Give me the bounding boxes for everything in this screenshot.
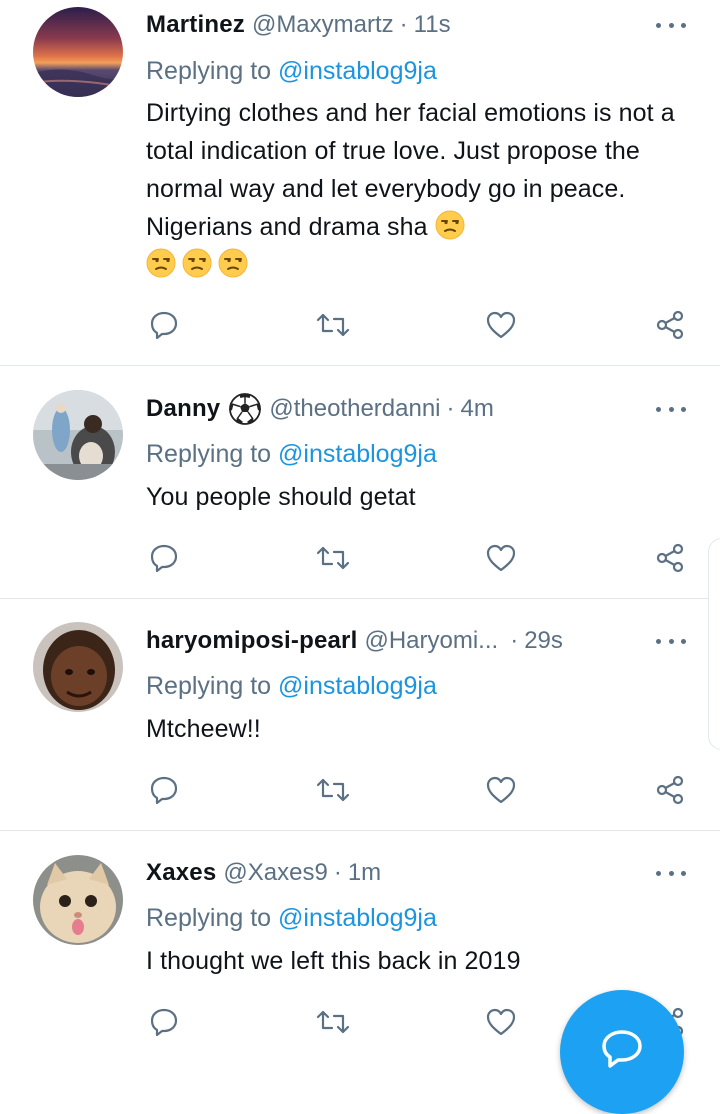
retweet-icon[interactable] [313, 1002, 353, 1042]
heart-icon[interactable] [481, 770, 521, 810]
share-icon[interactable] [650, 305, 690, 345]
separator-dot: · [399, 11, 408, 38]
mention-link[interactable]: @instablog9ja [278, 440, 437, 468]
avatar-image [33, 7, 123, 97]
tweet-actions [0, 538, 720, 578]
separator-dot: · [333, 859, 342, 886]
replying-prefix: Replying to [146, 57, 272, 85]
retweet-icon[interactable] [313, 305, 353, 345]
mention-link[interactable]: @instablog9ja [278, 672, 437, 700]
display-name[interactable]: Xaxes [146, 858, 216, 888]
tweet-text: Mtcheew!! [146, 710, 686, 748]
timestamp[interactable]: 29s [524, 626, 563, 656]
tweet-text: I thought we left this back in 2019 [146, 942, 686, 980]
timestamp[interactable]: 1m [348, 858, 381, 888]
tweet-martinez[interactable]: Martinez @Maxymartz · 11s Replying to @i… [0, 0, 720, 366]
unamused-face-icon [146, 248, 176, 278]
compose-button[interactable] [560, 990, 684, 1114]
separator-dot: · [510, 627, 519, 654]
more-icon[interactable] [656, 20, 686, 30]
share-icon[interactable] [650, 538, 690, 578]
avatar[interactable] [33, 855, 123, 945]
more-icon[interactable] [656, 404, 686, 414]
display-name[interactable]: Danny [146, 394, 220, 424]
tweet-actions [0, 305, 720, 345]
reply-icon[interactable] [144, 770, 184, 810]
heart-icon[interactable] [481, 538, 521, 578]
avatar[interactable] [33, 7, 123, 97]
retweet-icon[interactable] [313, 770, 353, 810]
replying-prefix: Replying to [146, 904, 272, 932]
retweet-icon[interactable] [313, 538, 353, 578]
tweet-haryomiposi-pearl[interactable]: haryomiposi-pearl @Haryomi... · 29s Repl… [0, 599, 720, 831]
tweet-text-content: Mtcheew!! [146, 715, 261, 743]
tweet-text-content: You people should getat [146, 483, 416, 511]
unamused-face-icon [435, 210, 465, 240]
avatar[interactable] [33, 390, 123, 480]
more-icon[interactable] [656, 636, 686, 646]
reply-icon[interactable] [144, 305, 184, 345]
timestamp[interactable]: 4m [461, 394, 494, 424]
replying-prefix: Replying to [146, 672, 272, 700]
share-icon[interactable] [650, 770, 690, 810]
mention-link[interactable]: @instablog9ja [278, 904, 437, 932]
avatar-image [33, 622, 123, 712]
unamused-face-icon [218, 248, 248, 278]
tweet-text: Dirtying clothes and her facial emotions… [146, 94, 686, 284]
tweet-actions [0, 770, 720, 810]
tweet-text-content: Dirtying clothes and her facial emotions… [146, 99, 675, 241]
avatar[interactable] [33, 622, 123, 712]
tweet-text-content: I thought we left this back in 2019 [146, 947, 521, 975]
reply-icon[interactable] [144, 1002, 184, 1042]
tweet-danny[interactable]: Danny @theotherdanni · 4m Replying to @i… [0, 366, 720, 599]
soccer-ball-icon [229, 393, 262, 425]
avatar-image [33, 390, 123, 480]
reply-icon[interactable] [144, 538, 184, 578]
separator-dot: · [446, 395, 455, 422]
avatar-image [33, 855, 123, 945]
replying-to: Replying to @instablog9ja [146, 903, 437, 933]
user-handle[interactable]: @Haryomi... [364, 626, 498, 656]
tweet-text: You people should getat [146, 478, 686, 516]
display-name[interactable]: haryomiposi-pearl [146, 626, 357, 656]
user-handle[interactable]: @Maxymartz [252, 10, 394, 40]
heart-icon[interactable] [481, 305, 521, 345]
mention-link[interactable]: @instablog9ja [278, 57, 437, 85]
display-name[interactable]: Martinez [146, 10, 245, 40]
more-icon[interactable] [656, 868, 686, 878]
replying-to: Replying to @instablog9ja [146, 439, 437, 469]
replying-to: Replying to @instablog9ja [146, 56, 437, 86]
user-handle[interactable]: @Xaxes9 [223, 858, 327, 888]
replying-prefix: Replying to [146, 440, 272, 468]
unamused-face-icon [182, 248, 212, 278]
heart-icon[interactable] [481, 1002, 521, 1042]
user-handle[interactable]: @theotherdanni [269, 394, 440, 424]
compose-icon [602, 1030, 642, 1068]
scroll-handle[interactable] [708, 538, 720, 750]
timestamp[interactable]: 11s [414, 10, 451, 40]
replying-to: Replying to @instablog9ja [146, 671, 437, 701]
